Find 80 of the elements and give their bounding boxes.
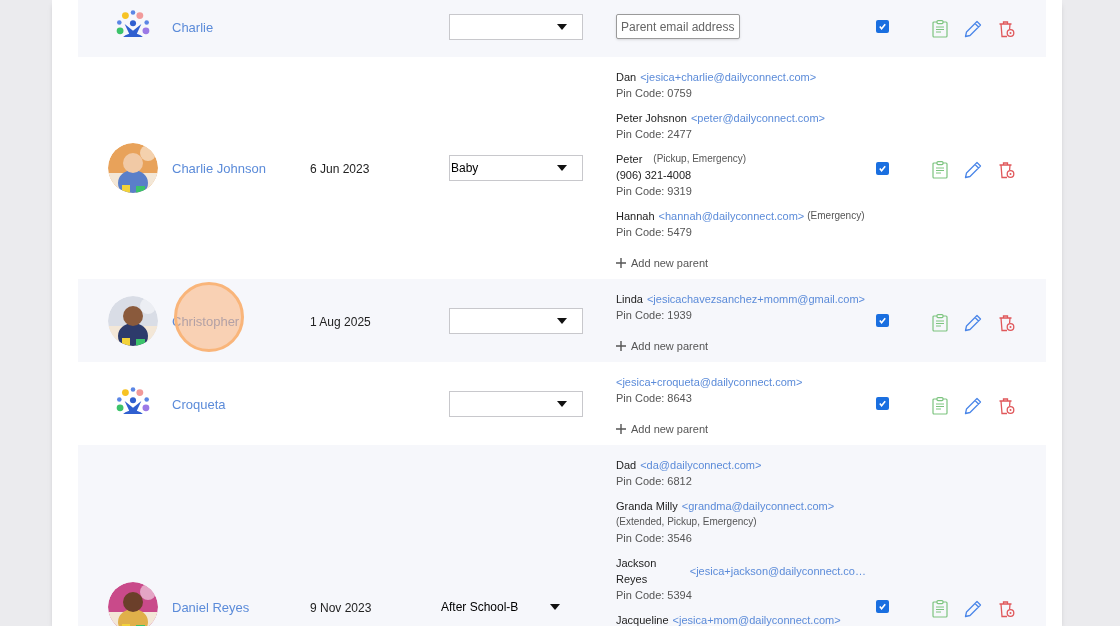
caret-icon	[557, 317, 567, 324]
parent-name: Jackson Reyes	[616, 556, 658, 587]
plus-icon	[616, 424, 626, 434]
check-icon	[878, 163, 887, 173]
clipboard-icon[interactable]	[932, 599, 948, 618]
parent-email-link[interactable]: <peter@dailyconnect.com>	[690, 110, 825, 126]
parent-email-link[interactable]: <jesica+charlie@dailyconnect.com>	[640, 69, 817, 85]
trash-icon[interactable]	[998, 396, 1015, 415]
child-name-link[interactable]: Charlie Johnson	[172, 161, 266, 176]
pin-code: Pin Code: 2477	[616, 127, 693, 142]
add-parent-link[interactable]: Add new parent	[616, 421, 866, 437]
parent-roles: (Extended, Pickup, Emergency)	[616, 515, 757, 529]
check-icon	[878, 399, 887, 408]
parent-phone: (906) 321-4008	[616, 168, 693, 183]
group-select[interactable]	[449, 13, 583, 40]
parent-name: Dad	[616, 458, 637, 473]
child-name-link[interactable]: Croqueta	[172, 396, 226, 412]
trash-icon[interactable]	[998, 19, 1015, 38]
parent-name: Jacqueline	[616, 613, 669, 626]
group-select[interactable]	[449, 307, 583, 334]
checkbox[interactable]	[876, 600, 889, 613]
pencil-icon[interactable]	[964, 599, 982, 618]
trash-icon[interactable]	[998, 313, 1015, 332]
clipboard-icon[interactable]	[932, 313, 948, 332]
check-icon	[878, 316, 887, 325]
trash-icon[interactable]	[998, 161, 1015, 179]
pin-code: Pin Code: 5394	[616, 588, 693, 603]
check-icon	[878, 22, 887, 31]
birth-date: 6 Jun 2023	[310, 162, 370, 176]
pencil-icon[interactable]	[964, 161, 982, 179]
birth-date: 1 Aug 2025	[310, 314, 371, 329]
trash-icon[interactable]	[998, 599, 1015, 618]
group-select[interactable]: Baby	[449, 155, 583, 181]
checkbox[interactable]	[876, 397, 889, 410]
pencil-icon[interactable]	[964, 313, 982, 332]
checkbox[interactable]	[876, 20, 889, 33]
parent-email-link[interactable]: <jesica+croqueta@dailyconnect.com>	[616, 374, 803, 390]
parent-email-link[interactable]: <jesica+jackson@dailyconnect.co…	[689, 563, 866, 579]
parent-roles: (Pickup, Emergency)	[653, 152, 747, 166]
pin-code: Pin Code: 9319	[616, 184, 693, 199]
pin-code: Pin Code: 0759	[616, 86, 693, 101]
pencil-icon[interactable]	[964, 19, 982, 38]
parent-email-link[interactable]: <da@dailyconnect.com>	[640, 457, 762, 473]
parent-name: Peter Johsnon	[616, 111, 687, 126]
plus-icon	[616, 258, 626, 268]
parent-name: Hannah	[616, 209, 655, 224]
parent-name: Granda Milly	[616, 499, 678, 514]
email-field[interactable]: Parent email address	[616, 14, 740, 39]
parent-name: Dan	[616, 70, 637, 85]
birth-date: 9 Nov 2023	[310, 600, 372, 615]
clipboard-icon[interactable]	[932, 19, 948, 38]
add-parent-link[interactable]: Add new parent	[616, 255, 866, 271]
parent-email-link[interactable]: <jesica+mom@dailyconnect.com>	[672, 612, 841, 626]
caret-icon	[550, 603, 560, 610]
group-select[interactable]	[449, 390, 583, 417]
pencil-icon[interactable]	[964, 396, 982, 415]
plus-icon	[616, 341, 626, 351]
parent-email-link[interactable]: <grandma@dailyconnect.com>	[681, 498, 835, 514]
clipboard-icon[interactable]	[932, 161, 948, 179]
checkbox[interactable]	[876, 161, 889, 175]
pin-code: Pin Code: 6812	[616, 474, 693, 489]
caret-icon	[557, 165, 567, 171]
pin-code: Pin Code: 5479	[616, 225, 693, 240]
parent-email-link[interactable]: <jesicachavezsanchez+momm@gmail.com>	[646, 291, 866, 307]
caret-icon	[557, 400, 567, 407]
pin-code: Pin Code: 1939	[616, 308, 693, 323]
pin-code: Pin Code: 8643	[616, 391, 693, 406]
add-parent-link[interactable]: Add new parent	[616, 338, 866, 354]
clipboard-icon[interactable]	[932, 396, 948, 415]
pin-code: Pin Code: 3546	[616, 531, 693, 546]
checkbox[interactable]	[876, 314, 889, 327]
parent-name: Peter	[616, 152, 643, 167]
check-icon	[878, 602, 887, 611]
parent-email-link[interactable]: <hannah@dailyconnect.com>	[658, 208, 805, 224]
parent-roles: (Emergency)	[807, 209, 865, 223]
parent-name: Linda	[616, 292, 643, 307]
caret-icon	[557, 23, 567, 30]
child-name-link[interactable]: Charlie	[172, 19, 214, 35]
child-name-link[interactable]: Daniel Reyes	[172, 599, 250, 615]
group-select[interactable]: After School-B	[441, 593, 575, 620]
